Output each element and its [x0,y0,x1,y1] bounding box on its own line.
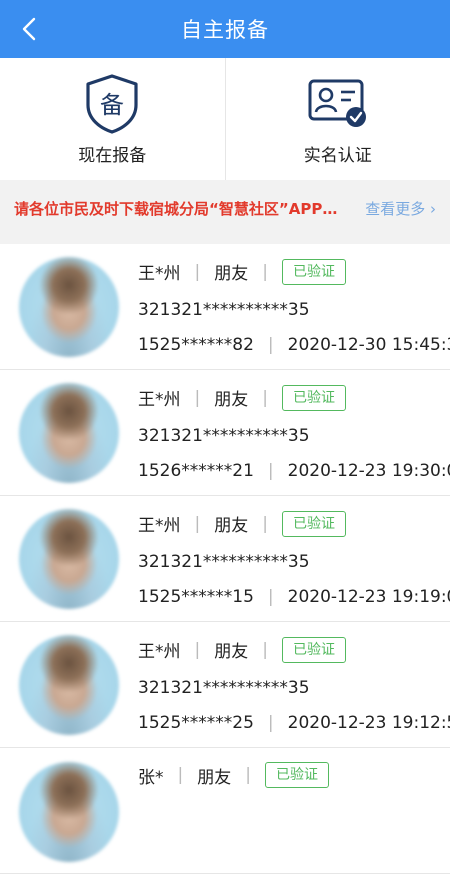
record-row[interactable]: 王*州 | 朋友 | 已验证 321321**********35 1526**… [0,370,450,496]
record-datetime: 2020-12-23 19:19:08 [288,587,450,607]
record-id-number: 321321**********35 [138,426,310,446]
avatar [19,383,119,483]
record-id-number: 321321**********35 [138,678,310,698]
record-row[interactable]: 张* | 朋友 | 已验证 [0,748,450,874]
separator: | [195,640,201,660]
record-datetime: 2020-12-23 19:30:01 [288,461,450,481]
record-list: 王*州 | 朋友 | 已验证 321321**********35 1525**… [0,244,450,874]
report-now-label: 现在报备 [78,141,146,166]
record-phone: 1525******25 [138,713,254,733]
see-more-link[interactable]: 查看更多 › [365,198,436,219]
separator: | [268,335,274,355]
separator: | [262,262,268,282]
record-phone: 1525******82 [138,335,254,355]
report-now-button[interactable]: 备 现在报备 [0,58,225,180]
see-more-label: 查看更多 [365,200,425,218]
avatar [19,509,119,609]
action-bar: 备 现在报备 实名认证 [0,58,450,180]
record-relation: 朋友 [214,511,248,536]
status-badge: 已验证 [265,762,329,788]
chevron-right-icon: › [430,200,436,218]
record-name: 王*州 [138,259,181,284]
id-card-check-icon [307,73,369,135]
notice-text: 请各位市民及时下载宿城分局“智慧社区”APP进行报备 [14,198,351,219]
avatar [19,635,119,735]
back-button[interactable] [14,14,44,44]
divider [0,236,450,244]
shield-bei-icon: 备 [84,73,140,135]
record-info: 王*州 | 朋友 | 已验证 321321**********35 1525**… [138,511,450,607]
record-datetime: 2020-12-30 15:45:30 [288,335,450,355]
page-title: 自主报备 [181,14,269,44]
record-row[interactable]: 王*州 | 朋友 | 已验证 321321**********35 1525**… [0,496,450,622]
separator: | [178,765,184,785]
status-badge: 已验证 [282,385,346,411]
real-name-auth-button[interactable]: 实名认证 [225,58,450,180]
record-name: 王*州 [138,637,181,662]
record-datetime: 2020-12-23 19:12:57 [288,713,450,733]
separator: | [268,713,274,733]
separator: | [268,587,274,607]
separator: | [262,640,268,660]
real-name-auth-label: 实名认证 [304,141,372,166]
record-info: 王*州 | 朋友 | 已验证 321321**********35 1525**… [138,259,450,355]
separator: | [195,388,201,408]
separator: | [268,461,274,481]
record-phone: 1525******15 [138,587,254,607]
avatar [19,257,119,357]
record-phone: 1526******21 [138,461,254,481]
status-badge: 已验证 [282,637,346,663]
record-relation: 朋友 [214,385,248,410]
status-badge: 已验证 [282,259,346,285]
record-name: 王*州 [138,385,181,410]
separator: | [195,262,201,282]
separator: | [262,514,268,534]
record-id-number: 321321**********35 [138,300,310,320]
record-relation: 朋友 [197,763,231,788]
notice-bar[interactable]: 请各位市民及时下载宿城分局“智慧社区”APP进行报备 查看更多 › [0,180,450,236]
record-row[interactable]: 王*州 | 朋友 | 已验证 321321**********35 1525**… [0,244,450,370]
status-badge: 已验证 [282,511,346,537]
record-relation: 朋友 [214,637,248,662]
record-name: 张* [138,763,164,788]
chevron-left-icon [22,17,36,41]
record-info: 张* | 朋友 | 已验证 [138,762,450,858]
avatar [19,762,119,862]
svg-text:备: 备 [100,91,124,119]
separator: | [262,388,268,408]
record-row[interactable]: 王*州 | 朋友 | 已验证 321321**********35 1525**… [0,622,450,748]
record-info: 王*州 | 朋友 | 已验证 321321**********35 1526**… [138,385,450,481]
separator: | [195,514,201,534]
record-name: 王*州 [138,511,181,536]
separator: | [245,765,251,785]
record-relation: 朋友 [214,259,248,284]
record-id-number: 321321**********35 [138,552,310,572]
record-info: 王*州 | 朋友 | 已验证 321321**********35 1525**… [138,637,450,733]
top-bar: 自主报备 [0,0,450,58]
